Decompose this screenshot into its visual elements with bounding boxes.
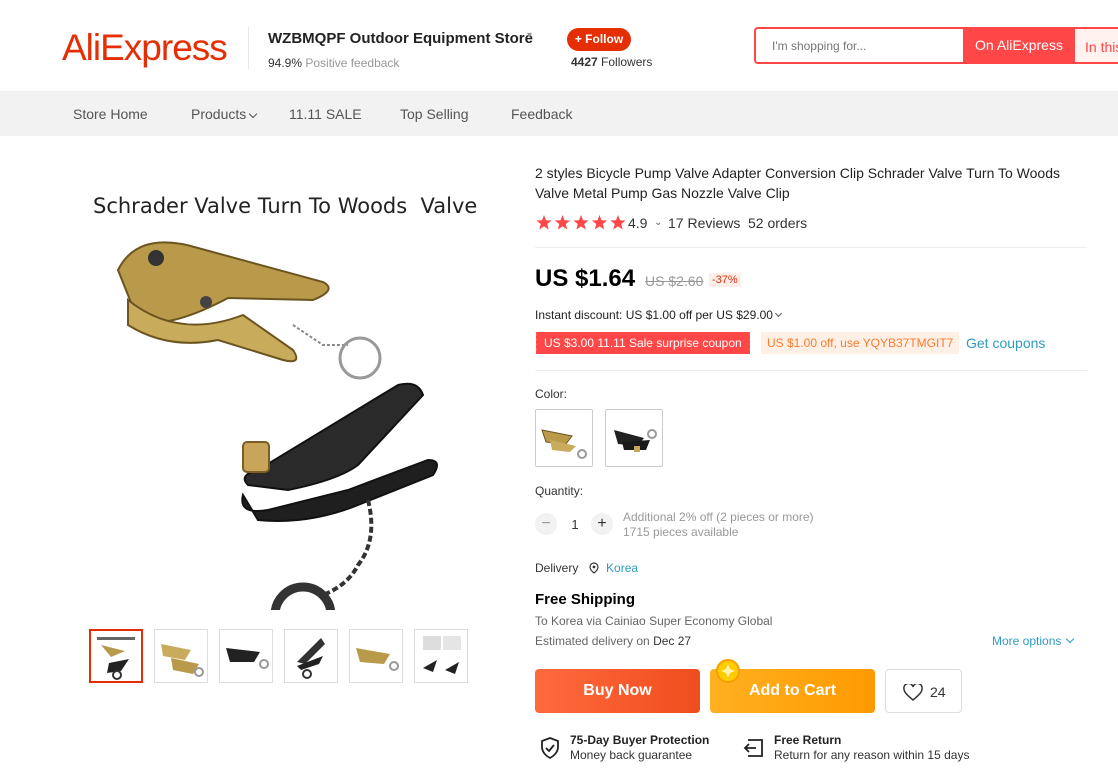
quantity-increase-button[interactable]: + <box>591 513 613 535</box>
sale-coupon[interactable]: US $3.00 11.11 Sale surprise coupon <box>534 332 750 354</box>
estimated-label: Estimated delivery on <box>535 634 650 648</box>
instant-discount[interactable]: Instant discount: US $1.00 off per US $2… <box>535 308 782 322</box>
followers-count: 4427 Followers <box>571 55 652 69</box>
thumbnail-3[interactable] <box>219 629 273 683</box>
orders-count: 52 orders <box>748 215 808 231</box>
rating-value[interactable]: 4.9 <box>628 215 647 231</box>
star-icon <box>536 215 552 230</box>
aliexpress-logo[interactable]: AliExpress <box>62 28 228 68</box>
quantity-decrease-button[interactable]: − <box>535 513 557 535</box>
get-coupons-link[interactable]: Get coupons <box>966 335 1045 351</box>
return-icon <box>743 739 763 757</box>
nav-products-label: Products <box>191 106 247 122</box>
header-divider <box>248 27 249 69</box>
bulk-discount-note: Additional 2% off (2 pieces or more) <box>623 510 814 524</box>
estimated-delivery: Estimated delivery on Dec 27 <box>535 634 691 648</box>
delivery-location-link[interactable]: Korea <box>606 561 638 575</box>
thumbnail-1[interactable] <box>89 629 143 683</box>
main-product-image[interactable]: Schrader Valve Turn To Woods Valve <box>88 180 488 610</box>
store-coupon[interactable]: US $1.00 off, use YQYB37TMGIT7 <box>761 332 960 354</box>
divider <box>535 247 1087 248</box>
search-box <box>754 27 964 64</box>
more-options-label: More options <box>992 634 1062 648</box>
thumbnail-6[interactable] <box>414 629 468 683</box>
search-on-aliexpress-button[interactable]: On AliExpress <box>963 27 1075 64</box>
follow-button[interactable]: + Follow <box>567 28 631 51</box>
heart-icon <box>903 684 923 701</box>
store-caret-icon[interactable]: ▾ <box>527 30 532 41</box>
shipping-method: To Korea via Cainiao Super Economy Globa… <box>535 614 773 628</box>
thumbnail-image <box>97 637 135 680</box>
wishlist-button[interactable]: 24 <box>885 669 962 713</box>
quantity-note: Additional 2% off (2 pieces or more) 171… <box>623 510 814 540</box>
buy-now-button[interactable]: Buy Now <box>535 669 700 713</box>
color-option-black[interactable] <box>605 409 663 467</box>
more-options-link[interactable]: More options <box>992 634 1075 648</box>
color-option-brass[interactable] <box>535 409 593 467</box>
followers-number: 4427 <box>571 55 598 69</box>
thumbnail-image <box>423 636 461 674</box>
star-icon <box>610 215 626 230</box>
estimated-date: Dec 27 <box>653 634 692 648</box>
store-name[interactable]: WZBMQPF Outdoor Equipment Store <box>268 30 533 47</box>
thumbnail-image <box>161 644 204 677</box>
nav-store-home[interactable]: Store Home <box>73 92 148 136</box>
nav-feedback[interactable]: Feedback <box>511 92 572 136</box>
feedback-label: Positive feedback <box>305 56 400 70</box>
buyer-protection-title: 75-Day Buyer Protection <box>570 733 710 747</box>
original-price: US $2.60 <box>645 273 704 289</box>
thumbnail-2[interactable] <box>154 629 208 683</box>
star-icon <box>573 215 589 230</box>
chevron-down-icon <box>249 109 258 119</box>
nav-top-selling[interactable]: Top Selling <box>400 92 469 136</box>
star-icon <box>554 215 571 230</box>
stock-available: 1715 pieces available <box>623 525 739 539</box>
coin-badge-icon <box>716 659 740 683</box>
color-swatch-image <box>541 429 587 459</box>
instant-discount-text: Instant discount: US $1.00 off per US $2… <box>535 308 773 322</box>
color-swatch-image <box>614 429 657 452</box>
quantity-label: Quantity: <box>535 484 584 498</box>
nav-sale[interactable]: 11.11 SALE <box>289 92 362 136</box>
nav-products[interactable]: Products <box>191 92 258 136</box>
location-pin-icon <box>589 562 599 574</box>
chevron-down-icon <box>774 309 782 318</box>
color-label: Color: <box>535 387 568 401</box>
feedback-percent: 94.9% <box>268 56 303 70</box>
product-title: 2 styles Bicycle Pump Valve Adapter Conv… <box>535 165 1060 201</box>
discount-badge: -37% <box>709 273 741 287</box>
valve-clip-illustration <box>116 241 438 610</box>
thumbnail-5[interactable] <box>349 629 403 683</box>
rating-stars <box>536 215 626 230</box>
thumbnail-4[interactable] <box>284 629 338 683</box>
delivery-label: Delivery <box>535 561 579 575</box>
current-price: US $1.64 <box>535 265 636 292</box>
thumbnail-image <box>297 638 325 679</box>
thumbnail-image <box>226 648 269 669</box>
quantity-value[interactable]: 1 <box>566 517 584 532</box>
store-header: AliExpress WZBMQPF Outdoor Equipment Sto… <box>0 0 1118 92</box>
free-shipping: Free Shipping <box>535 591 636 608</box>
thumbnail-image <box>356 648 399 671</box>
free-return-subtitle: Return for any reason within 15 days <box>774 748 970 762</box>
star-icon <box>591 215 608 230</box>
followers-label: Followers <box>601 55 653 69</box>
divider <box>535 370 1087 371</box>
chevron-down-icon <box>1066 634 1075 644</box>
wishlist-count: 24 <box>930 684 946 700</box>
delivery-row: Delivery Korea <box>535 561 638 575</box>
free-return-title: Free Return <box>774 733 842 747</box>
reviews-link[interactable]: 17 Reviews <box>668 215 740 231</box>
search-in-store-button[interactable]: In this store <box>1075 27 1118 64</box>
search-input[interactable] <box>756 29 964 62</box>
chevron-down-icon[interactable]: ⌄ <box>654 217 662 228</box>
shield-check-icon <box>541 737 559 759</box>
buyer-protection-subtitle: Money back guarantee <box>570 748 693 762</box>
store-nav: Store Home Products 11.11 SALE Top Selli… <box>0 92 1118 136</box>
store-feedback: 94.9% Positive feedback <box>268 56 399 70</box>
